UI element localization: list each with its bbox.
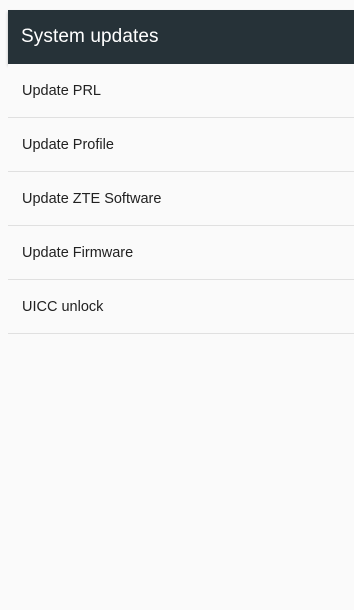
list-item-label: UICC unlock <box>22 298 104 315</box>
list-item-update-prl[interactable]: Update PRL <box>8 64 354 118</box>
list-item-label: Update ZTE Software <box>22 190 162 207</box>
list-item-update-zte-software[interactable]: Update ZTE Software <box>8 172 354 226</box>
list-item-uicc-unlock[interactable]: UICC unlock <box>8 280 354 334</box>
list-item-label: Update PRL <box>22 82 101 99</box>
list-item-update-firmware[interactable]: Update Firmware <box>8 226 354 280</box>
list-item-label: Update Profile <box>22 136 114 153</box>
page-title: System updates <box>21 26 159 47</box>
system-updates-screen: System updates Update PRL Update Profile… <box>0 0 354 610</box>
settings-list: Update PRL Update Profile Update ZTE Sof… <box>8 64 354 334</box>
app-bar: System updates <box>8 10 354 64</box>
list-item-update-profile[interactable]: Update Profile <box>8 118 354 172</box>
list-item-label: Update Firmware <box>22 244 134 261</box>
